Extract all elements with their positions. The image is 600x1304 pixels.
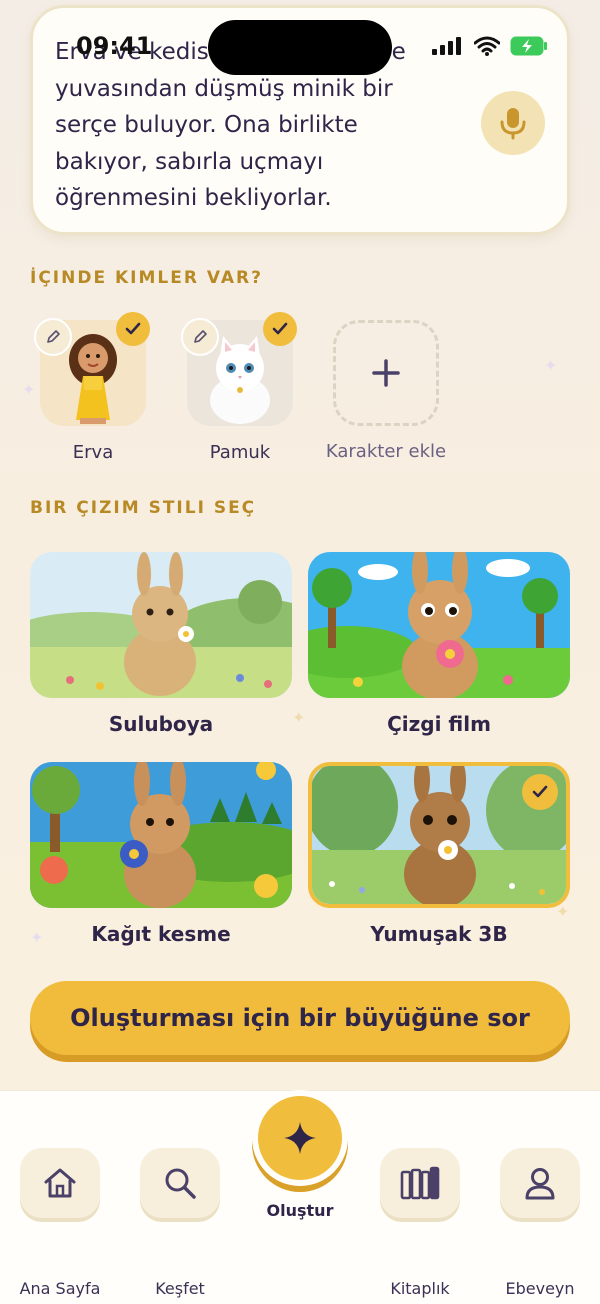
style-label: Yumuşak 3B (370, 922, 508, 946)
tab-explore-label[interactable]: Keşfet (120, 1279, 240, 1298)
microphone-icon (500, 108, 526, 140)
style-label: Suluboya (108, 712, 214, 736)
tab-create-button[interactable] (252, 1090, 348, 1186)
sparkle-icon (284, 1122, 316, 1154)
sparkle-decoration: ✦ (292, 708, 306, 727)
selected-check-badge (116, 312, 150, 346)
tab-explore[interactable]: Keşfet (140, 1148, 220, 1298)
style-card-watercolor[interactable]: Suluboya (30, 552, 292, 736)
tab-parent-icon-wrap[interactable] (500, 1148, 580, 1218)
selected-check-badge (263, 312, 297, 346)
soft-3d-preview (308, 762, 570, 908)
library-books-icon (400, 1166, 440, 1200)
check-icon (125, 322, 141, 335)
plus-icon (372, 359, 400, 387)
tab-home[interactable]: Ana Sayfa (20, 1148, 100, 1298)
pencil-icon (47, 330, 60, 343)
tab-explore-icon-wrap[interactable] (140, 1148, 220, 1218)
tab-home-label[interactable]: Ana Sayfa (0, 1279, 120, 1298)
style-label: Kağıt kesme (91, 922, 231, 946)
character-name: Pamuk (209, 442, 271, 463)
create-story-screen: Erva ve kedisi Pamuk bahçede yuvasından … (0, 0, 600, 1304)
tab-library-icon-wrap[interactable] (380, 1148, 460, 1218)
character-avatar[interactable] (34, 312, 150, 426)
check-icon (532, 785, 548, 798)
tab-library-label[interactable]: Kitaplık (360, 1279, 480, 1298)
characters-section-title: İÇINDE KIMLER VAR? (30, 268, 263, 288)
tab-home-icon-wrap[interactable] (20, 1148, 100, 1218)
sparkle-decoration: ✦ (22, 380, 36, 399)
battery-icon (510, 36, 547, 56)
style-card-cartoon[interactable]: Çizgi film (308, 552, 570, 736)
style-section-title: BIR ÇIZIM STILI SEÇ (30, 498, 257, 518)
status-icons (432, 36, 548, 56)
pencil-icon (194, 330, 207, 343)
tab-parent[interactable]: Ebeveyn (500, 1148, 580, 1298)
character-pamuk[interactable]: Pamuk (181, 312, 297, 463)
wifi-icon (474, 36, 500, 56)
ask-adult-button[interactable]: Oluşturması için bir büyüğüne sor (30, 981, 570, 1055)
add-character-label[interactable]: Karakter ekle (322, 441, 450, 462)
check-icon (272, 322, 288, 335)
user-icon (525, 1168, 555, 1200)
signal-icon (432, 37, 461, 55)
character-name: Erva (72, 442, 114, 463)
dynamic-island (208, 20, 392, 75)
search-icon (165, 1168, 196, 1199)
sparkle-decoration: ✦ (556, 902, 570, 921)
add-character-tile[interactable] (333, 320, 439, 426)
style-label: Çizgi film (387, 712, 491, 736)
watercolor-preview (30, 552, 292, 698)
tab-parent-label[interactable]: Ebeveyn (480, 1279, 600, 1298)
home-icon (44, 1168, 76, 1198)
style-card-paper-cut[interactable]: Kağıt kesme (30, 762, 292, 946)
microphone-button[interactable] (481, 91, 545, 155)
character-avatar[interactable] (181, 312, 297, 426)
cartoon-preview (308, 552, 570, 698)
edit-character-button[interactable] (181, 318, 219, 356)
sparkle-decoration: ✦ (30, 928, 44, 947)
sparkle-decoration: ✦ (544, 356, 558, 375)
tab-library[interactable]: Kitaplık (380, 1148, 460, 1298)
add-character-button[interactable] (333, 320, 439, 426)
tab-create-label[interactable]: Oluştur (240, 1201, 360, 1220)
selected-check-badge (522, 774, 558, 810)
status-time: 09:41 (76, 32, 153, 60)
character-erva[interactable]: Erva (34, 312, 150, 463)
edit-character-button[interactable] (34, 318, 72, 356)
style-card-soft-3d[interactable]: Yumuşak 3B (308, 762, 570, 946)
paper-cut-preview (30, 762, 292, 908)
